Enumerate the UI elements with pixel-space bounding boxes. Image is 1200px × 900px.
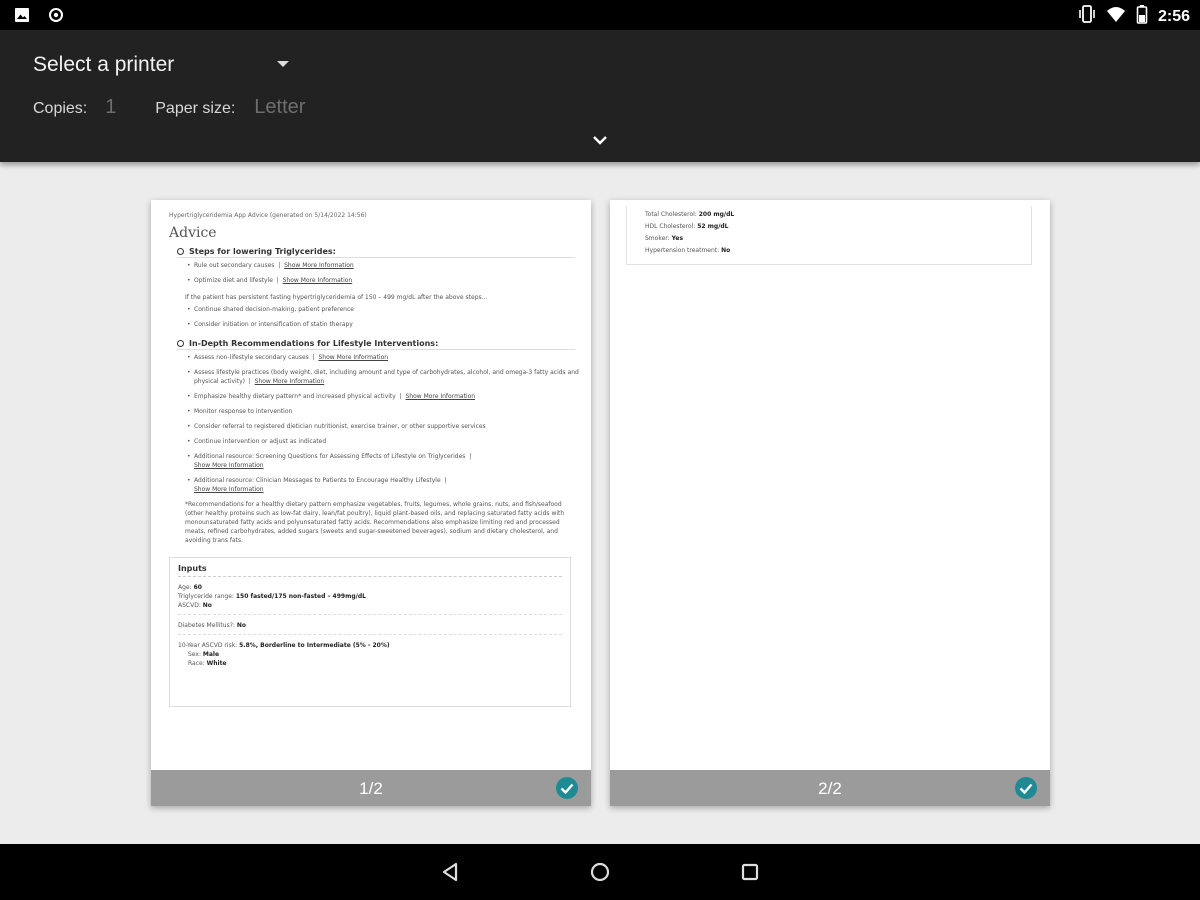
- page-2-document: Total Cholesterol: 200 mg/dL HDL Cholest…: [626, 206, 1032, 265]
- printer-select-dropdown[interactable]: Select a printer: [33, 50, 293, 80]
- inputs-group: 10-Year ASCVD risk: 5.8%, Borderline to …: [178, 635, 562, 672]
- footnote-paragraph: *Recommendations for a healthy dietary p…: [185, 501, 565, 544]
- back-button[interactable]: [438, 860, 462, 884]
- note-list: Continue shared decision-making, patient…: [187, 305, 583, 329]
- inputs-group: Diabetes Mellitus?: No: [178, 615, 562, 635]
- section-title-text: In-Depth Recommendations for Lifestyle I…: [189, 339, 439, 348]
- document-meta: Hypertriglyceridemia App Advice (generat…: [169, 212, 367, 219]
- page-selected-checkbox[interactable]: [1014, 776, 1038, 800]
- home-button[interactable]: [588, 860, 612, 884]
- copies-input[interactable]: 1: [105, 96, 155, 119]
- copies-label: Copies:: [33, 100, 88, 117]
- input-row-ascvd: ASCVD: No: [178, 602, 212, 609]
- page-number: 2/2: [818, 779, 842, 798]
- list-item: Assess non-lifestyle secondary causes | …: [187, 353, 583, 362]
- list-item: Rule out secondary causes | Show More In…: [187, 261, 583, 270]
- paper-size-select[interactable]: Letter: [254, 96, 305, 119]
- steps-list: Rule out secondary causes | Show More In…: [187, 261, 583, 285]
- show-more-link: Show More Information: [254, 378, 325, 385]
- input-row-hdl-cholesterol: HDL Cholesterol: 52 mg/dL: [645, 223, 729, 230]
- section-title: Steps for lowering Triglycerides:: [177, 247, 575, 258]
- inputs-group: Age: 60 Triglyceride range: 150 fasted/1…: [178, 577, 562, 615]
- show-more-link: Show More Information: [194, 486, 264, 493]
- page-footer: 1/2: [151, 770, 591, 806]
- list-item: Additional resource: Screening Questions…: [187, 452, 583, 470]
- list-item: Additional resource: Clinician Messages …: [187, 476, 583, 494]
- input-row-risk: 10-Year ASCVD risk: 5.8%, Borderline to …: [178, 642, 390, 649]
- recents-icon: [741, 863, 759, 881]
- collapse-circle-icon: [177, 248, 184, 255]
- inputs-box: Inputs Age: 60 Triglyceride range: 150 f…: [169, 557, 571, 707]
- back-icon: [442, 862, 458, 882]
- check-circle-icon: [1015, 777, 1037, 799]
- list-item: Continue intervention or adjust as indic…: [187, 437, 583, 446]
- check-circle-icon: [556, 777, 578, 799]
- page-number: 1/2: [359, 779, 383, 798]
- show-more-link: Show More Information: [282, 277, 353, 284]
- document-title: Advice: [169, 225, 217, 241]
- image-icon: [14, 7, 30, 28]
- page-footer: 2/2: [610, 770, 1050, 806]
- list-item: Emphasize healthy dietary pattern* and i…: [187, 392, 583, 401]
- print-options-header: Select a printer Copies: 1 Paper size: L…: [0, 30, 1200, 162]
- list-item: Monitor response to intervention: [187, 407, 583, 416]
- show-more-link: Show More Information: [318, 354, 389, 361]
- home-icon: [590, 862, 610, 882]
- chevron-down-icon: [593, 136, 607, 145]
- caret-down-icon: [277, 61, 289, 67]
- vibrate-icon: [1078, 4, 1096, 29]
- navigation-bar: [0, 844, 1200, 900]
- list-item: Optimize diet and lifestyle | Show More …: [187, 276, 583, 285]
- input-row-triglyceride: Triglyceride range: 150 fasted/175 non-f…: [178, 593, 366, 600]
- list-item: Consider referral to registered dieticia…: [187, 422, 583, 431]
- battery-icon: [1136, 4, 1148, 29]
- inputs-title: Inputs: [178, 564, 562, 577]
- input-row-age: Age: 60: [178, 584, 202, 591]
- print-preview-area: Hypertriglyceridemia App Advice (generat…: [0, 162, 1200, 844]
- wifi-icon: [1106, 5, 1126, 28]
- list-item: Consider initiation or intensification o…: [187, 320, 583, 329]
- sync-icon: [48, 7, 64, 28]
- input-row-total-cholesterol: Total Cholesterol: 200 mg/dL: [645, 211, 735, 218]
- show-more-link: Show More Information: [194, 462, 264, 469]
- note-paragraph: If the patient has persistent fasting hy…: [185, 294, 488, 301]
- collapse-circle-icon: [177, 340, 184, 347]
- show-more-link: Show More Information: [284, 262, 354, 269]
- list-item: Assess lifestyle practices (body weight,…: [187, 368, 583, 386]
- expand-options-button[interactable]: [588, 130, 612, 150]
- input-row-race: Race: White: [188, 660, 227, 667]
- paper-size-label: Paper size:: [155, 100, 236, 117]
- input-row-smoker: Smoker: Yes: [645, 235, 684, 242]
- preview-page-1[interactable]: Hypertriglyceridemia App Advice (generat…: [151, 200, 591, 806]
- page-1-document: Hypertriglyceridemia App Advice (generat…: [169, 212, 583, 707]
- preview-page-2[interactable]: Total Cholesterol: 200 mg/dL HDL Cholest…: [610, 200, 1050, 806]
- printer-select-label: Select a printer: [33, 53, 175, 76]
- status-bar: 2:56: [0, 0, 1200, 30]
- list-item: Continue shared decision-making, patient…: [187, 305, 583, 314]
- input-row-diabetes: Diabetes Mellitus?: No: [178, 622, 246, 629]
- section-title-text: Steps for lowering Triglycerides:: [189, 247, 336, 256]
- page-selected-checkbox[interactable]: [555, 776, 579, 800]
- recommendations-list: Assess non-lifestyle secondary causes | …: [187, 353, 583, 494]
- input-row-hypertension: Hypertension treatment: No: [645, 247, 731, 254]
- show-more-link: Show More Information: [405, 393, 476, 400]
- section-title: In-Depth Recommendations for Lifestyle I…: [177, 339, 575, 350]
- input-row-sex: Sex: Male: [188, 651, 220, 658]
- recents-button[interactable]: [738, 860, 762, 884]
- clock: 2:56: [1157, 7, 1190, 25]
- print-options-row: Copies: 1 Paper size: Letter: [33, 96, 305, 119]
